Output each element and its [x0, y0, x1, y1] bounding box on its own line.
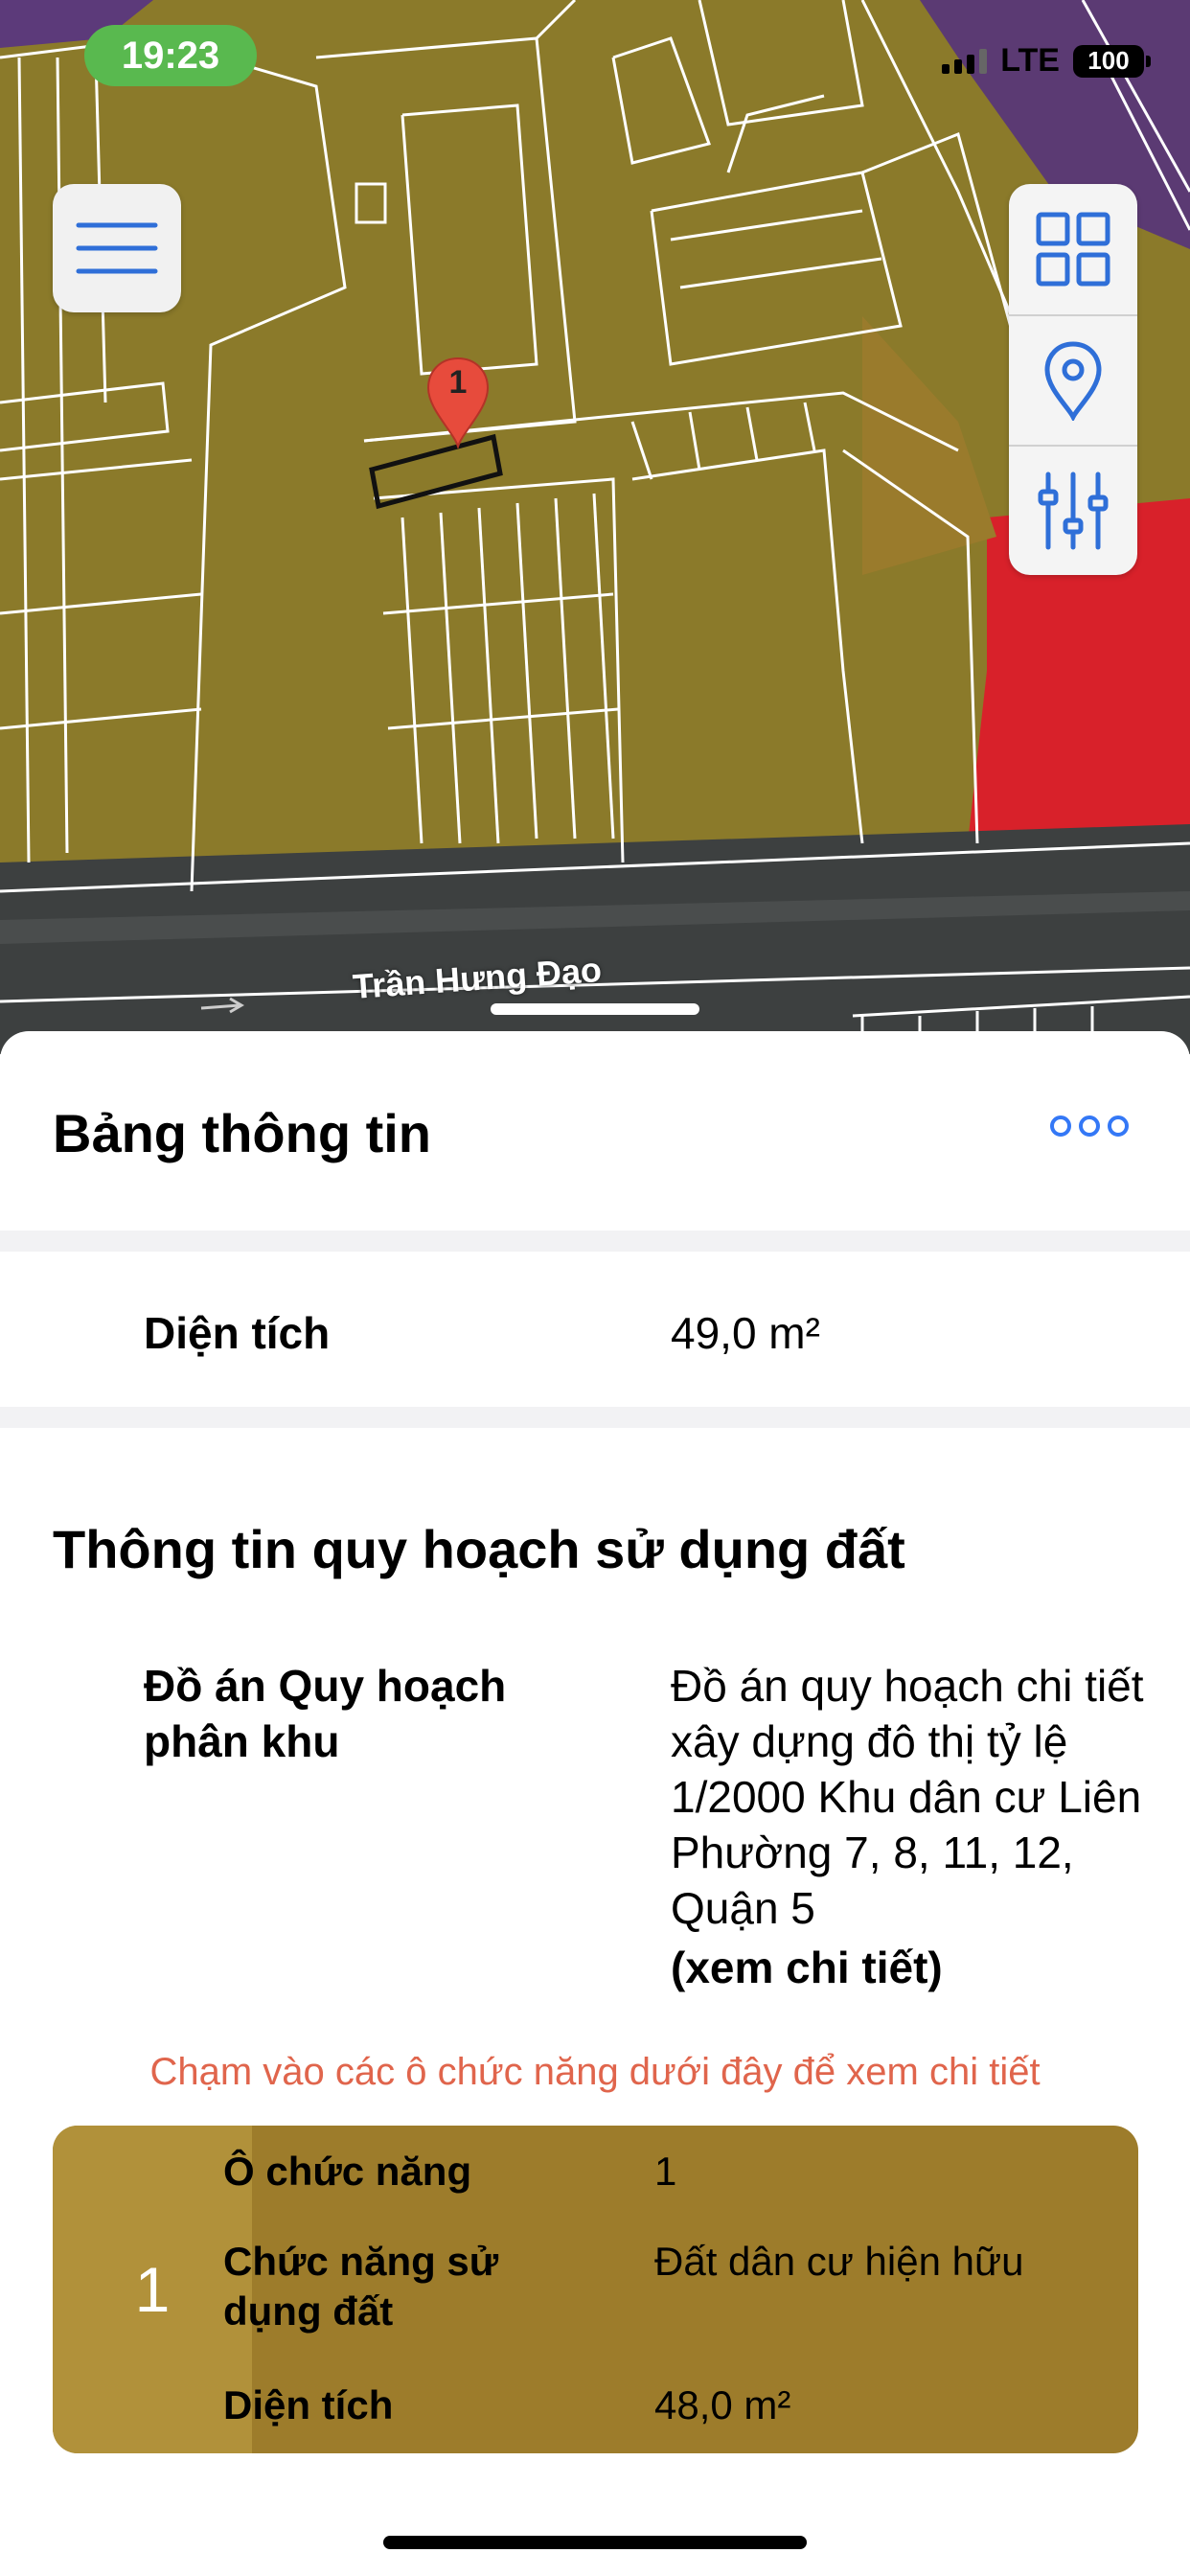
function-row-label: Diện tích [223, 2382, 394, 2427]
area-label: Diện tích [144, 1308, 331, 1358]
sheet-grabber[interactable] [491, 1003, 699, 1015]
grid-layers-icon [1036, 212, 1110, 287]
function-row-label: Chức năng sử dụng đất [223, 2239, 499, 2334]
location-pin-icon [1044, 341, 1102, 421]
section-divider [0, 1407, 1190, 1428]
panel-title: Bảng thông tin [53, 1103, 432, 1163]
function-cell-number: 1 [53, 2126, 252, 2453]
plan-label: Đồ án Quy hoạch phân khu [144, 1661, 507, 1766]
filter-button[interactable] [1009, 445, 1137, 575]
more-dot-icon [1050, 1116, 1071, 1137]
status-time: 19:23 [84, 25, 257, 86]
signal-icon [942, 48, 988, 74]
more-dot-icon [1079, 1116, 1100, 1137]
plan-detail-link[interactable]: (xem chi tiết) [671, 1942, 943, 1993]
hamburger-menu-icon [76, 222, 158, 274]
more-dot-icon [1108, 1116, 1129, 1137]
location-button[interactable] [1009, 314, 1137, 445]
map-tools [1009, 184, 1137, 575]
parcel-marker[interactable]: 1 [424, 356, 492, 450]
function-cell-card[interactable]: 1 [53, 2126, 1138, 2453]
function-row-label: Ô chức năng [223, 2149, 472, 2194]
home-indicator[interactable] [383, 2536, 807, 2549]
function-row-value: 48,0 m² [654, 2382, 791, 2427]
layers-button[interactable] [1009, 184, 1137, 314]
section-divider [0, 1230, 1190, 1252]
battery-level: 100 [1087, 46, 1130, 75]
planning-section-title: Thông tin quy hoạch sử dụng đất [53, 1519, 905, 1579]
sliders-icon [1038, 472, 1109, 550]
battery-icon: 100 [1073, 44, 1151, 78]
plan-value: Đồ án quy hoạch chi tiết xây dựng đô thị… [671, 1661, 1144, 1933]
function-hint: Chạm vào các ô chức năng dưới đây để xem… [149, 2051, 1041, 2093]
network-type: LTE [1000, 42, 1060, 79]
more-options-button[interactable] [1050, 1116, 1129, 1137]
marker-label: 1 [448, 364, 468, 401]
function-row-value: 1 [654, 2149, 677, 2194]
area-value: 49,0 m² [671, 1308, 820, 1358]
menu-button[interactable] [53, 184, 181, 312]
function-row-value: Đất dân cư hiện hữu [654, 2239, 1024, 2284]
status-indicators: LTE 100 [942, 42, 1151, 80]
